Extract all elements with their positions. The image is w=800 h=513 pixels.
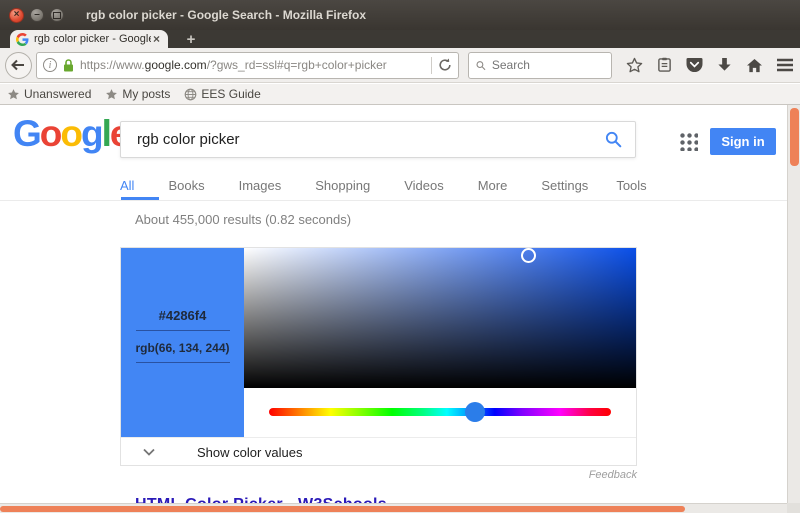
bookmark-star-icon xyxy=(7,88,20,101)
url-text: https://www.google.com/?gws_rd=ssl#q=rgb… xyxy=(80,58,425,72)
vertical-scrollbar-thumb[interactable] xyxy=(790,108,799,166)
settings-menu[interactable]: Settings xyxy=(541,178,588,193)
browser-window: rgb color picker - Google Search - Mozil… xyxy=(0,0,800,513)
swatch-divider xyxy=(136,362,230,363)
search-icon xyxy=(476,60,486,71)
bookmarks-menu-button[interactable] xyxy=(650,52,680,79)
url-bar[interactable]: i https://www.google.com/?gws_rd=ssl#q=r… xyxy=(36,52,459,79)
browser-tab[interactable]: rgb color picker - Google × xyxy=(10,30,168,48)
tab-bar: rgb color picker - Google × xyxy=(0,30,800,48)
window-close-icon[interactable] xyxy=(9,8,24,23)
color-picker-card: #4286f4 rgb(66, 134, 244) xyxy=(120,247,637,466)
show-color-values-row[interactable]: Show color values xyxy=(121,437,636,466)
tab-shopping[interactable]: Shopping xyxy=(315,178,370,193)
tab-images[interactable]: Images xyxy=(239,178,282,193)
logo-letter: l xyxy=(102,113,110,154)
logo-letter: G xyxy=(13,113,40,154)
globe-icon xyxy=(184,88,197,101)
chevron-down-icon xyxy=(143,448,155,456)
download-icon xyxy=(717,57,732,73)
result-stats: About 455,000 results (0.82 seconds) xyxy=(135,212,351,227)
url-prefix: https://www. xyxy=(80,58,145,72)
reload-button[interactable] xyxy=(438,58,452,72)
tab-videos[interactable]: Videos xyxy=(404,178,444,193)
search-magnifier-icon xyxy=(605,131,622,148)
sign-in-button[interactable]: Sign in xyxy=(710,128,776,155)
bookmark-label: Unanswered xyxy=(24,87,91,101)
bookmark-item-my-posts[interactable]: My posts xyxy=(105,87,170,101)
tab-title: rgb color picker - Google xyxy=(34,33,151,45)
gradient-marker[interactable] xyxy=(521,248,536,263)
logo-letter: o xyxy=(60,113,81,154)
hex-value: #4286f4 xyxy=(159,308,207,323)
menu-button[interactable] xyxy=(770,52,800,79)
tab-more[interactable]: More xyxy=(478,178,508,193)
hamburger-icon xyxy=(776,58,794,72)
vertical-scrollbar-track[interactable] xyxy=(787,105,800,503)
pocket-button[interactable] xyxy=(680,52,710,79)
toolbar-icons xyxy=(620,52,800,79)
rgb-value: rgb(66, 134, 244) xyxy=(135,341,229,355)
pocket-icon xyxy=(686,57,703,73)
back-button[interactable] xyxy=(5,52,32,79)
hue-slider-row xyxy=(244,388,636,437)
home-button[interactable] xyxy=(740,52,770,79)
bookmarks-toolbar: Unanswered My posts EES Guide xyxy=(0,84,800,105)
window-maximize-icon[interactable] xyxy=(50,8,64,22)
browser-search-box[interactable] xyxy=(468,52,612,79)
tab-close-icon[interactable]: × xyxy=(151,32,162,46)
google-favicon-icon xyxy=(16,33,29,46)
google-search-box[interactable] xyxy=(120,121,636,158)
bookmark-item-ees-guide[interactable]: EES Guide xyxy=(184,87,260,101)
page-content: Google Sign in All Books Images Shopping… xyxy=(0,105,800,513)
google-search-input[interactable] xyxy=(121,131,591,148)
navigation-toolbar: i https://www.google.com/?gws_rd=ssl#q=r… xyxy=(0,48,800,83)
window-minimize-icon[interactable] xyxy=(30,8,44,22)
google-apps-grid-icon[interactable] xyxy=(679,132,698,151)
scrollbar-corner xyxy=(787,503,800,513)
urlbar-divider xyxy=(431,57,432,74)
hue-slider[interactable] xyxy=(269,408,611,416)
tabs-divider xyxy=(0,200,787,201)
horizontal-scrollbar-track[interactable] xyxy=(0,503,787,513)
page-info-icon[interactable]: i xyxy=(43,58,57,72)
url-domain: google.com xyxy=(145,58,207,72)
window-title: rgb color picker - Google Search - Mozil… xyxy=(86,8,366,22)
bookmark-label: My posts xyxy=(122,87,170,101)
url-path: /?gws_rd=ssl#q=rgb+color+picker xyxy=(207,58,387,72)
tab-all[interactable]: All xyxy=(120,178,134,193)
results-nav-tabs: All Books Images Shopping Videos More Se… xyxy=(120,178,636,193)
show-color-values-label: Show color values xyxy=(197,445,303,460)
star-icon xyxy=(626,57,643,74)
bookmark-item-unanswered[interactable]: Unanswered xyxy=(7,87,91,101)
google-search-button[interactable] xyxy=(591,122,635,157)
color-swatch: #4286f4 rgb(66, 134, 244) xyxy=(121,248,244,437)
clipboard-icon xyxy=(657,57,672,73)
logo-letter: g xyxy=(81,113,102,154)
feedback-link[interactable]: Feedback xyxy=(120,469,637,481)
browser-search-input[interactable] xyxy=(492,58,604,72)
bookmark-star-icon xyxy=(105,88,118,101)
swatch-divider xyxy=(136,330,230,331)
tab-books[interactable]: Books xyxy=(168,178,204,193)
lock-icon xyxy=(63,59,74,72)
window-titlebar: rgb color picker - Google Search - Mozil… xyxy=(0,0,800,30)
back-arrow-icon xyxy=(11,59,25,71)
logo-letter: o xyxy=(40,113,61,154)
new-tab-button[interactable] xyxy=(178,31,204,48)
saturation-value-gradient[interactable] xyxy=(244,248,636,388)
bookmark-label: EES Guide xyxy=(201,87,260,101)
home-icon xyxy=(746,58,763,73)
google-logo[interactable]: Google xyxy=(13,113,128,155)
horizontal-scrollbar-thumb[interactable] xyxy=(0,506,685,512)
tools-menu[interactable]: Tools xyxy=(616,178,646,193)
bookmark-star-button[interactable] xyxy=(620,52,650,79)
downloads-button[interactable] xyxy=(710,52,740,79)
hue-slider-thumb[interactable] xyxy=(465,402,485,422)
